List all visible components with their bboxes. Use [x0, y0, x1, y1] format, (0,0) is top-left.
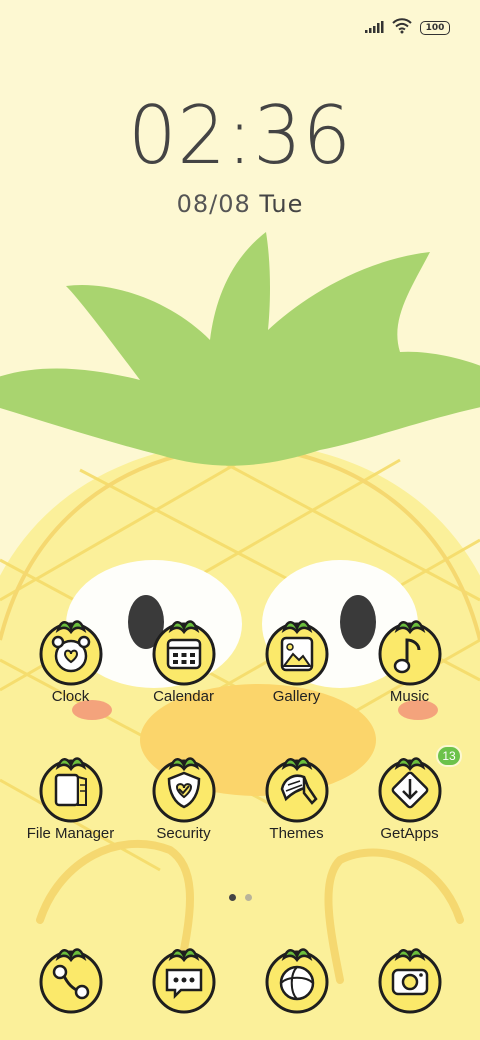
app-gallery[interactable]: Gallery [240, 612, 353, 705]
music-note-icon [377, 612, 443, 686]
camera-icon [377, 940, 443, 1014]
messages-icon [151, 940, 217, 1014]
app-label: Calendar [153, 688, 214, 705]
page-indicator[interactable] [0, 894, 480, 901]
notification-badge: 13 [436, 745, 462, 767]
dock-messages[interactable] [127, 940, 240, 1014]
alarm-clock-icon [38, 612, 104, 686]
phone-icon [38, 940, 104, 1014]
battery-indicator: 100 [420, 21, 450, 35]
paintbrush-icon [264, 749, 330, 823]
time-display: 02:36 [128, 89, 352, 182]
weekday-text: Tue [259, 190, 304, 218]
calendar-icon [151, 612, 217, 686]
app-label: GetApps [380, 825, 439, 842]
dock [14, 940, 466, 1014]
app-label: Security [156, 825, 211, 842]
app-label: Clock [51, 688, 90, 705]
folder-icon [38, 749, 104, 823]
dock-browser[interactable] [240, 940, 353, 1014]
app-calendar[interactable]: Calendar [127, 612, 240, 705]
page-dot-1[interactable] [228, 894, 236, 901]
app-clock[interactable]: Clock [14, 612, 127, 705]
app-security[interactable]: Security [127, 749, 240, 842]
wifi-icon [392, 18, 412, 38]
picture-icon [264, 612, 330, 686]
app-file-manager[interactable]: File Manager [14, 749, 127, 842]
clock-widget[interactable]: 02:36 08/08 Tue [0, 89, 480, 219]
app-themes[interactable]: Themes [240, 749, 353, 842]
app-grid-row-2: File Manager Security Themes 13 GetApps [14, 745, 466, 842]
app-grid-row-1: Clock Calendar Gallery Music [14, 612, 466, 705]
date-display: 08/08 Tue [0, 190, 480, 218]
browser-icon [264, 940, 330, 1014]
date-text: 08/08 [176, 190, 251, 218]
app-label: File Manager [26, 825, 115, 842]
app-label: Gallery [272, 688, 321, 705]
dock-camera[interactable] [353, 940, 466, 1014]
status-bar: 100 [364, 14, 450, 42]
app-music[interactable]: Music [353, 612, 466, 705]
app-label: Music [389, 688, 430, 705]
app-label: Themes [269, 825, 324, 842]
shield-icon [151, 749, 217, 823]
app-getapps[interactable]: 13 GetApps [353, 745, 466, 842]
download-icon [377, 749, 443, 823]
signal-icon [364, 19, 384, 38]
page-dot-2[interactable] [244, 894, 252, 901]
dock-phone[interactable] [14, 940, 127, 1014]
